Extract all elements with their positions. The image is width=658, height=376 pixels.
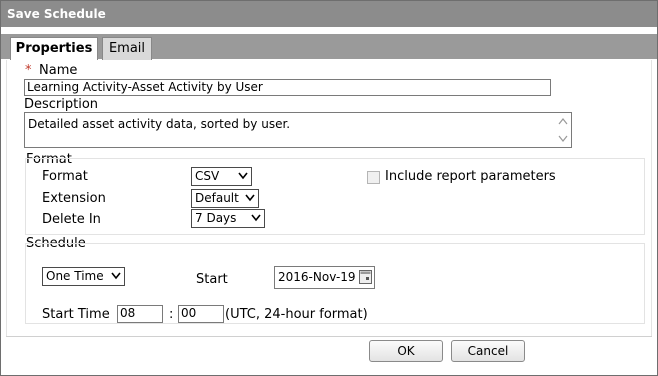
delete-in-select[interactable]: 7 Days: [191, 209, 265, 228]
extension-select-value: Default: [195, 191, 239, 205]
chevron-down-icon: [111, 272, 121, 280]
start-date-field[interactable]: 2016-Nov-19: [274, 266, 375, 289]
hour-input[interactable]: 08: [117, 305, 163, 323]
chevron-down-icon: [251, 214, 261, 222]
time-format-hint: (UTC, 24-hour format): [225, 307, 368, 322]
minute-input[interactable]: 00: [178, 305, 224, 323]
format-label: Format: [42, 169, 88, 184]
name-input[interactable]: Learning Activity-Asset Activity by User: [24, 79, 551, 96]
delete-in-select-value: 7 Days: [195, 211, 237, 225]
chevron-down-icon: [238, 172, 248, 180]
save-schedule-dialog: Save Schedule Properties Email * Name Le…: [0, 0, 658, 376]
include-parameters-checkbox[interactable]: [367, 171, 380, 184]
chevron-down-icon: [245, 194, 255, 202]
scroll-down-icon[interactable]: [558, 135, 568, 143]
tab-strip: [1, 34, 657, 59]
format-select-value: CSV: [195, 169, 220, 183]
start-time-label: Start Time: [42, 307, 110, 322]
time-separator: :: [169, 307, 174, 322]
description-textarea[interactable]: Detailed asset activity data, sorted by …: [24, 112, 572, 148]
frequency-select[interactable]: One Time: [42, 267, 125, 286]
include-parameters-label: Include report parameters: [385, 169, 556, 184]
tab-email[interactable]: Email: [102, 37, 152, 60]
start-date-value: 2016-Nov-19: [278, 270, 356, 284]
dialog-title: Save Schedule: [1, 1, 657, 27]
ok-button[interactable]: OK: [369, 340, 443, 362]
footer-divider: [6, 336, 652, 337]
tab-properties[interactable]: Properties: [10, 37, 98, 61]
extension-label: Extension: [42, 191, 106, 206]
description-label: Description: [24, 97, 99, 112]
description-text: Detailed asset activity data, sorted by …: [28, 117, 291, 131]
extension-select[interactable]: Default: [191, 189, 259, 208]
format-select[interactable]: CSV: [191, 167, 252, 186]
delete-in-label: Delete In: [42, 212, 101, 227]
start-label: Start: [196, 272, 228, 287]
name-label: Name: [39, 63, 78, 78]
cancel-button[interactable]: Cancel: [451, 340, 525, 362]
calendar-icon[interactable]: [359, 270, 372, 284]
frequency-select-value: One Time: [46, 269, 104, 283]
scroll-up-icon[interactable]: [558, 117, 568, 125]
required-marker: *: [25, 63, 32, 78]
